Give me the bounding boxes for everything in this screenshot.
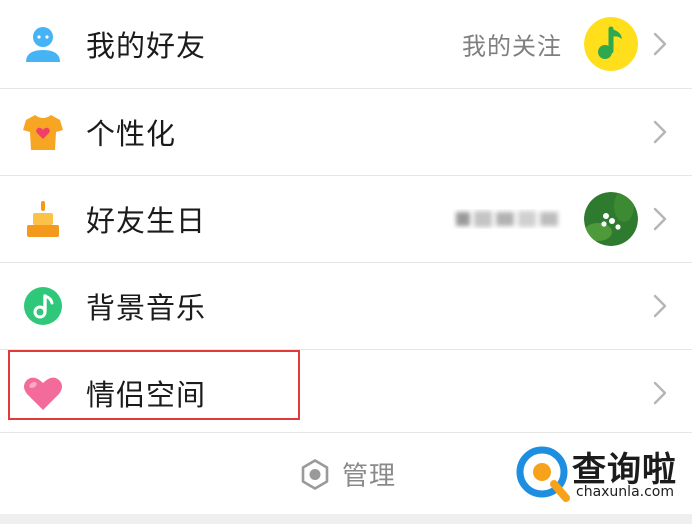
menu-item-background-music[interactable]: 背景音乐 [0, 262, 692, 349]
chevron-right-icon [653, 294, 667, 318]
blurred-friend-name [452, 206, 564, 232]
chevron-right-icon [653, 207, 667, 231]
menu-item-label: 好友生日 [86, 204, 207, 238]
menu-item-label: 个性化 [86, 117, 177, 151]
manage-label: 管理 [342, 461, 397, 492]
watermark-url: chaxunla.com [576, 484, 674, 500]
menu-item-my-friends[interactable]: 我的好友 我的关注 [0, 0, 692, 88]
menu-item-label: 我的好友 [86, 29, 207, 63]
hexagon-settings-icon [301, 458, 329, 490]
manage-button[interactable]: 管理 [298, 456, 396, 493]
menu-item-label: 背景音乐 [86, 291, 207, 325]
birthday-cake-icon [22, 198, 64, 240]
annotation-highlight-box [8, 350, 300, 420]
chevron-right-icon [653, 120, 667, 144]
friend-person-icon [22, 23, 64, 65]
qq-music-avatar [584, 17, 638, 71]
chevron-right-icon [653, 381, 667, 405]
watermark: 查询啦 chaxunla.com [516, 440, 686, 506]
bottom-strip [0, 514, 692, 524]
tshirt-heart-icon [22, 111, 64, 153]
menu-item-personalize[interactable]: 个性化 [0, 88, 692, 175]
watermark-logo-icon [516, 446, 570, 502]
my-follows-link[interactable]: 我的关注 [462, 27, 562, 62]
menu-item-friend-birthday[interactable]: 好友生日 [0, 175, 692, 262]
music-note-icon [22, 285, 64, 327]
chevron-right-icon [653, 32, 667, 56]
friend-avatar [584, 192, 638, 246]
